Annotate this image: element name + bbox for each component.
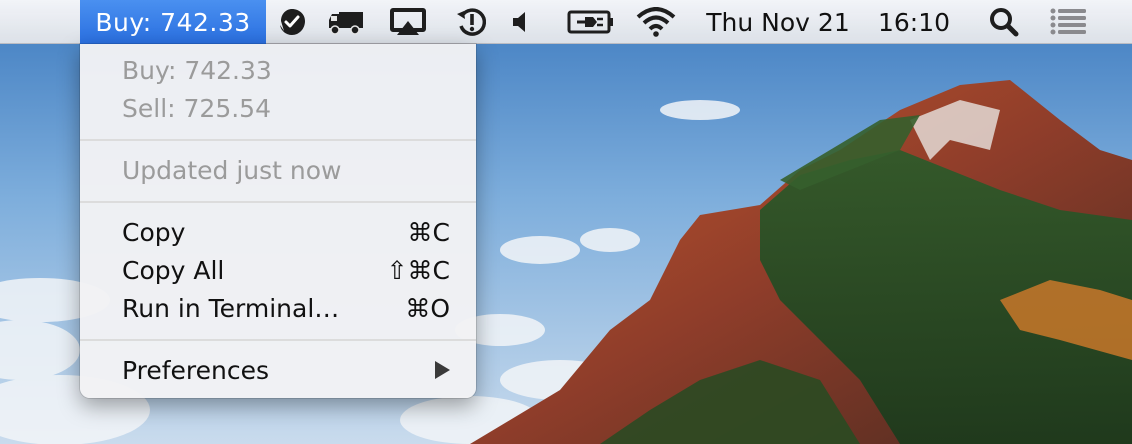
menu-separator — [80, 339, 476, 341]
run-in-terminal-label: Run in Terminal… — [122, 293, 340, 323]
delivery-truck-icon[interactable] — [326, 0, 366, 44]
menu-separator — [80, 139, 476, 141]
buy-price-item: Buy: 742.33 — [80, 51, 476, 89]
submenu-arrow-icon — [435, 361, 450, 379]
copy-menu-item[interactable]: Copy ⌘C — [80, 213, 476, 251]
price-dropdown-menu: Buy: 742.33 Sell: 725.54 Updated just no… — [80, 44, 476, 398]
buy-price-label: Buy: 742.33 — [122, 55, 272, 85]
wifi-icon[interactable] — [636, 0, 676, 44]
price-status-item[interactable]: Buy: 742.33 — [80, 0, 266, 44]
copy-all-menu-item[interactable]: Copy All ⇧⌘C — [80, 251, 476, 289]
menubar-clock[interactable]: 16:10 — [872, 0, 956, 44]
copy-label: Copy — [122, 217, 186, 247]
time-machine-icon[interactable] — [454, 0, 490, 44]
battery-charging-icon[interactable] — [566, 0, 616, 44]
menu-separator — [80, 201, 476, 203]
copy-shortcut: ⌘C — [407, 217, 450, 247]
copy-all-shortcut: ⇧⌘C — [386, 255, 450, 285]
updated-status-item: Updated just now — [80, 151, 476, 189]
airplay-icon[interactable] — [388, 0, 428, 44]
spotlight-search-icon[interactable] — [986, 0, 1022, 44]
updated-status-label: Updated just now — [122, 155, 342, 185]
checkmark-badge-icon[interactable] — [274, 0, 310, 44]
notification-center-icon[interactable] — [1048, 0, 1090, 44]
menu-bar: Buy: 742.33 Thu Nov 21 16:10 — [0, 0, 1132, 44]
sell-price-label: Sell: 725.54 — [122, 93, 271, 123]
menubar-date[interactable]: Thu Nov 21 — [698, 0, 858, 44]
preferences-menu-item[interactable]: Preferences — [80, 351, 476, 389]
volume-icon[interactable] — [508, 0, 534, 44]
sell-price-item: Sell: 725.54 — [80, 89, 476, 127]
preferences-label: Preferences — [122, 355, 270, 385]
copy-all-label: Copy All — [122, 255, 225, 285]
run-in-terminal-shortcut: ⌘O — [405, 293, 450, 323]
run-in-terminal-menu-item[interactable]: Run in Terminal… ⌘O — [80, 289, 476, 327]
